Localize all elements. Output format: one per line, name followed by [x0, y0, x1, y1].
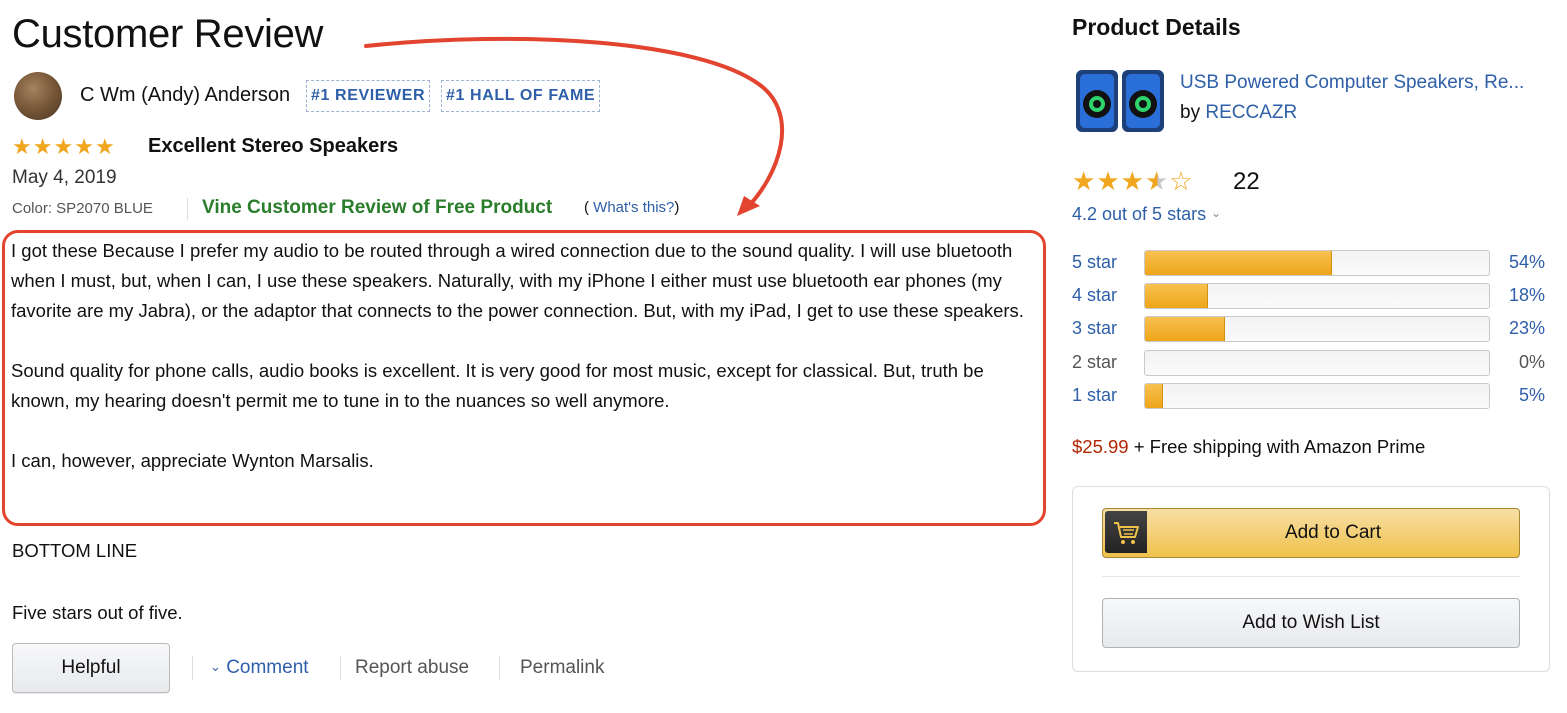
review-body: I got these Because I prefer my audio to… [11, 236, 1041, 506]
product-details-title: Product Details [1072, 14, 1241, 40]
divider [340, 656, 341, 680]
histogram-fill [1145, 317, 1226, 341]
add-to-wish-list-button[interactable]: Add to Wish List [1102, 598, 1520, 648]
histogram-label[interactable]: 4 star [1072, 285, 1117, 306]
reviewer-badge-hall-of-fame[interactable]: #1 HALL OF FAME [441, 80, 601, 112]
histogram-percent[interactable]: 23% [1509, 318, 1545, 339]
whats-this-link[interactable]: What's this? [593, 199, 674, 216]
histogram-fill [1145, 284, 1208, 308]
histogram-label: 2 star [1072, 352, 1118, 372]
star-icon: ★ [94, 134, 115, 159]
vine-label: Vine Customer Review of Free Product [202, 197, 553, 218]
review-paragraph: I can, however, appreciate Wynton Marsal… [11, 450, 374, 471]
product-title-link[interactable]: USB Powered Computer Speakers, Re... [1180, 72, 1524, 94]
reviewer-badge-rank[interactable]: #1 REVIEWER [306, 80, 431, 112]
divider [187, 198, 188, 220]
review-paragraph: Sound quality for phone calls, audio boo… [11, 360, 984, 411]
star-icon: ★ [12, 134, 32, 159]
divider [192, 656, 193, 680]
shipping-info: + Free shipping with Amazon Prime [1133, 436, 1426, 457]
review-paragraph: I got these Because I prefer my audio to… [11, 240, 1024, 321]
star-icon: ★ [1120, 166, 1144, 196]
brand-link[interactable]: RECCAZR [1205, 102, 1297, 123]
rating-summary-dropdown[interactable]: 4.2 out of 5 stars ⌄ [1072, 204, 1221, 225]
histogram-label[interactable]: 5 star [1072, 252, 1117, 273]
rating-summary-text: 4.2 out of 5 stars [1072, 204, 1207, 224]
histogram-percent: 0% [1518, 352, 1545, 372]
price: $25.99 [1072, 436, 1129, 457]
histogram-bar[interactable] [1144, 283, 1490, 309]
histogram-label[interactable]: 3 star [1072, 318, 1117, 339]
histogram-bar[interactable] [1144, 383, 1490, 409]
histogram-percent[interactable]: 18% [1509, 285, 1545, 306]
star-icon: ★ [1096, 166, 1120, 196]
histogram-row-4-star[interactable]: 4 star 18% [1072, 283, 1545, 309]
histogram-bar[interactable] [1144, 316, 1490, 342]
review-title[interactable]: Excellent Stereo Speakers [148, 135, 398, 158]
paren-open: ( [584, 199, 589, 216]
star-icon: ★ [1144, 166, 1169, 196]
chevron-down-icon: ⌄ [210, 659, 221, 674]
helpful-button[interactable]: Helpful [12, 643, 170, 693]
paren-close: ) [674, 199, 680, 216]
reviewer-name[interactable]: C Wm (Andy) Anderson [80, 84, 290, 107]
histogram-bar [1144, 350, 1490, 376]
divider [499, 656, 500, 680]
whats-this: ( What's this?) [584, 199, 679, 216]
average-star-rating[interactable]: ★★★★☆ [1072, 168, 1194, 195]
cart-icon [1105, 511, 1147, 553]
chevron-down-icon: ⌄ [1211, 206, 1222, 220]
star-icon: ★ [1072, 166, 1096, 196]
star-icon: ★ [53, 134, 74, 159]
divider [1102, 576, 1520, 577]
rating-count: 22 [1233, 168, 1260, 195]
histogram-percent[interactable]: 54% [1509, 252, 1545, 273]
avatar[interactable] [14, 72, 62, 120]
permalink-link[interactable]: Permalink [520, 657, 604, 679]
price-line: $25.99 + Free shipping with Amazon Prime [1072, 436, 1425, 458]
histogram-row-5-star[interactable]: 5 star 54% [1072, 250, 1545, 276]
review-date: May 4, 2019 [12, 167, 117, 188]
review-verdict: Five stars out of five. [12, 602, 183, 623]
star-icon: ★ [32, 134, 53, 159]
review-star-rating[interactable]: ★★★★★ [12, 136, 116, 159]
comment-label: Comment [226, 657, 309, 678]
histogram-row-1-star[interactable]: 1 star 5% [1072, 383, 1545, 409]
add-to-cart-button[interactable]: Add to Cart [1102, 508, 1520, 558]
report-abuse-link[interactable]: Report abuse [355, 657, 469, 679]
histogram-fill [1145, 251, 1332, 275]
star-icon: ☆ [1169, 166, 1193, 196]
by-prefix: by [1180, 102, 1201, 123]
star-icon: ★ [74, 134, 94, 159]
add-to-cart-label: Add to Cart [1284, 522, 1382, 543]
histogram-row-2-star: 2 star 0% [1072, 350, 1545, 376]
histogram-row-3-star[interactable]: 3 star 23% [1072, 316, 1545, 342]
color-option[interactable]: Color: SP2070 BLUE [12, 200, 153, 217]
histogram-bar[interactable] [1144, 250, 1490, 276]
comment-link[interactable]: ⌄ Comment [210, 657, 309, 679]
bottom-line-label: BOTTOM LINE [12, 540, 138, 561]
by-line: by RECCAZR [1180, 102, 1297, 124]
product-image[interactable] [1072, 64, 1170, 136]
histogram-label[interactable]: 1 star [1072, 385, 1117, 406]
page-title: Customer Review [12, 12, 324, 56]
histogram-percent[interactable]: 5% [1519, 385, 1545, 406]
histogram-fill [1145, 384, 1164, 408]
